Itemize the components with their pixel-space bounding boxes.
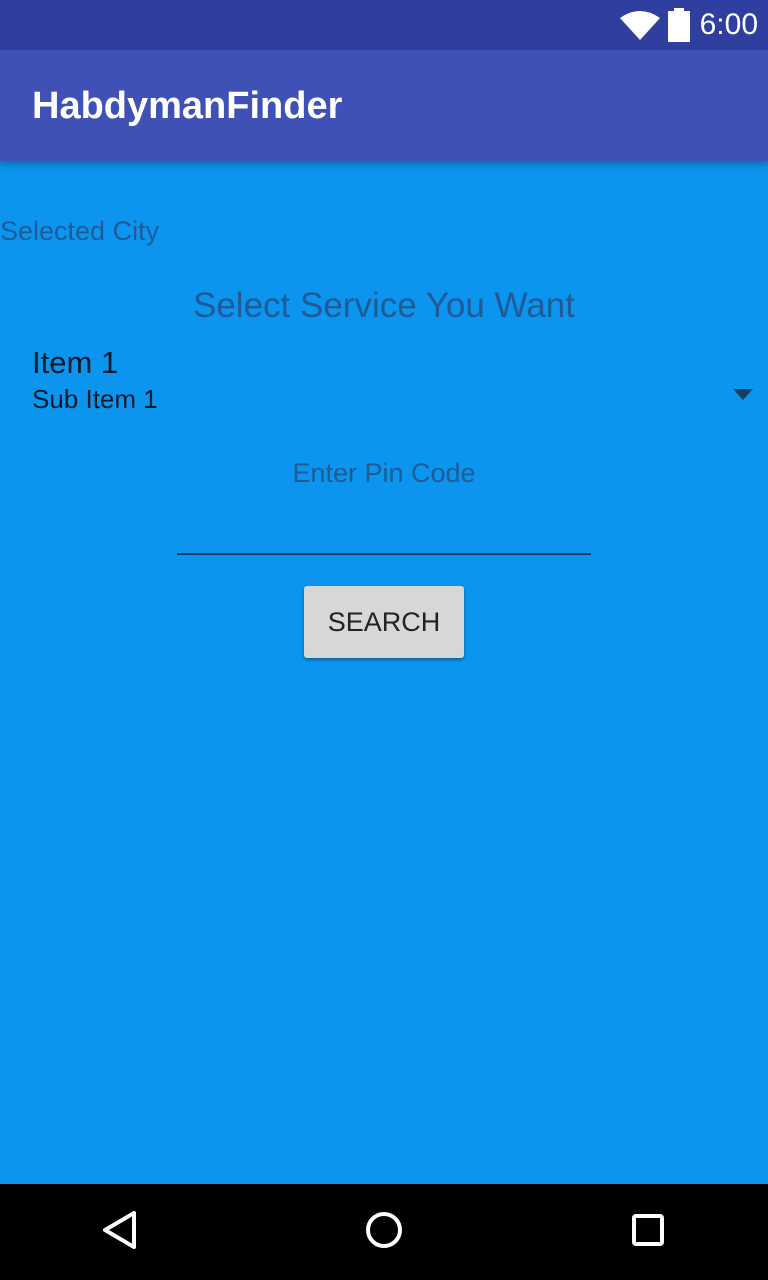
service-spinner[interactable]: Item 1 Sub Item 1: [0, 340, 768, 420]
search-button[interactable]: SEARCH: [304, 586, 464, 658]
nav-bar: [0, 1184, 768, 1280]
back-icon: [100, 1210, 140, 1255]
home-icon: [364, 1210, 404, 1255]
home-button[interactable]: [336, 1184, 432, 1280]
wifi-icon: [619, 10, 660, 40]
status-time: 6:00: [699, 8, 758, 41]
battery-icon: [667, 8, 690, 42]
app-bar: HabdymanFinder: [0, 50, 768, 161]
dropdown-arrow-icon[interactable]: [733, 387, 753, 405]
pin-code-label: Enter Pin Code: [292, 458, 476, 488]
service-heading: Select Service You Want: [193, 286, 575, 325]
spinner-item-title: Item 1: [32, 345, 119, 380]
app-title: HabdymanFinder: [32, 85, 343, 127]
recents-icon: [631, 1213, 665, 1252]
pin-code-input[interactable]: [177, 505, 591, 555]
spinner-item-subtitle: Sub Item 1: [32, 384, 158, 414]
back-button[interactable]: [72, 1184, 168, 1280]
status-bar: 6:00: [0, 0, 768, 50]
recents-button[interactable]: [600, 1184, 696, 1280]
selected-city-label: Selected City: [0, 216, 160, 246]
status-icons: 6:00: [619, 0, 758, 50]
